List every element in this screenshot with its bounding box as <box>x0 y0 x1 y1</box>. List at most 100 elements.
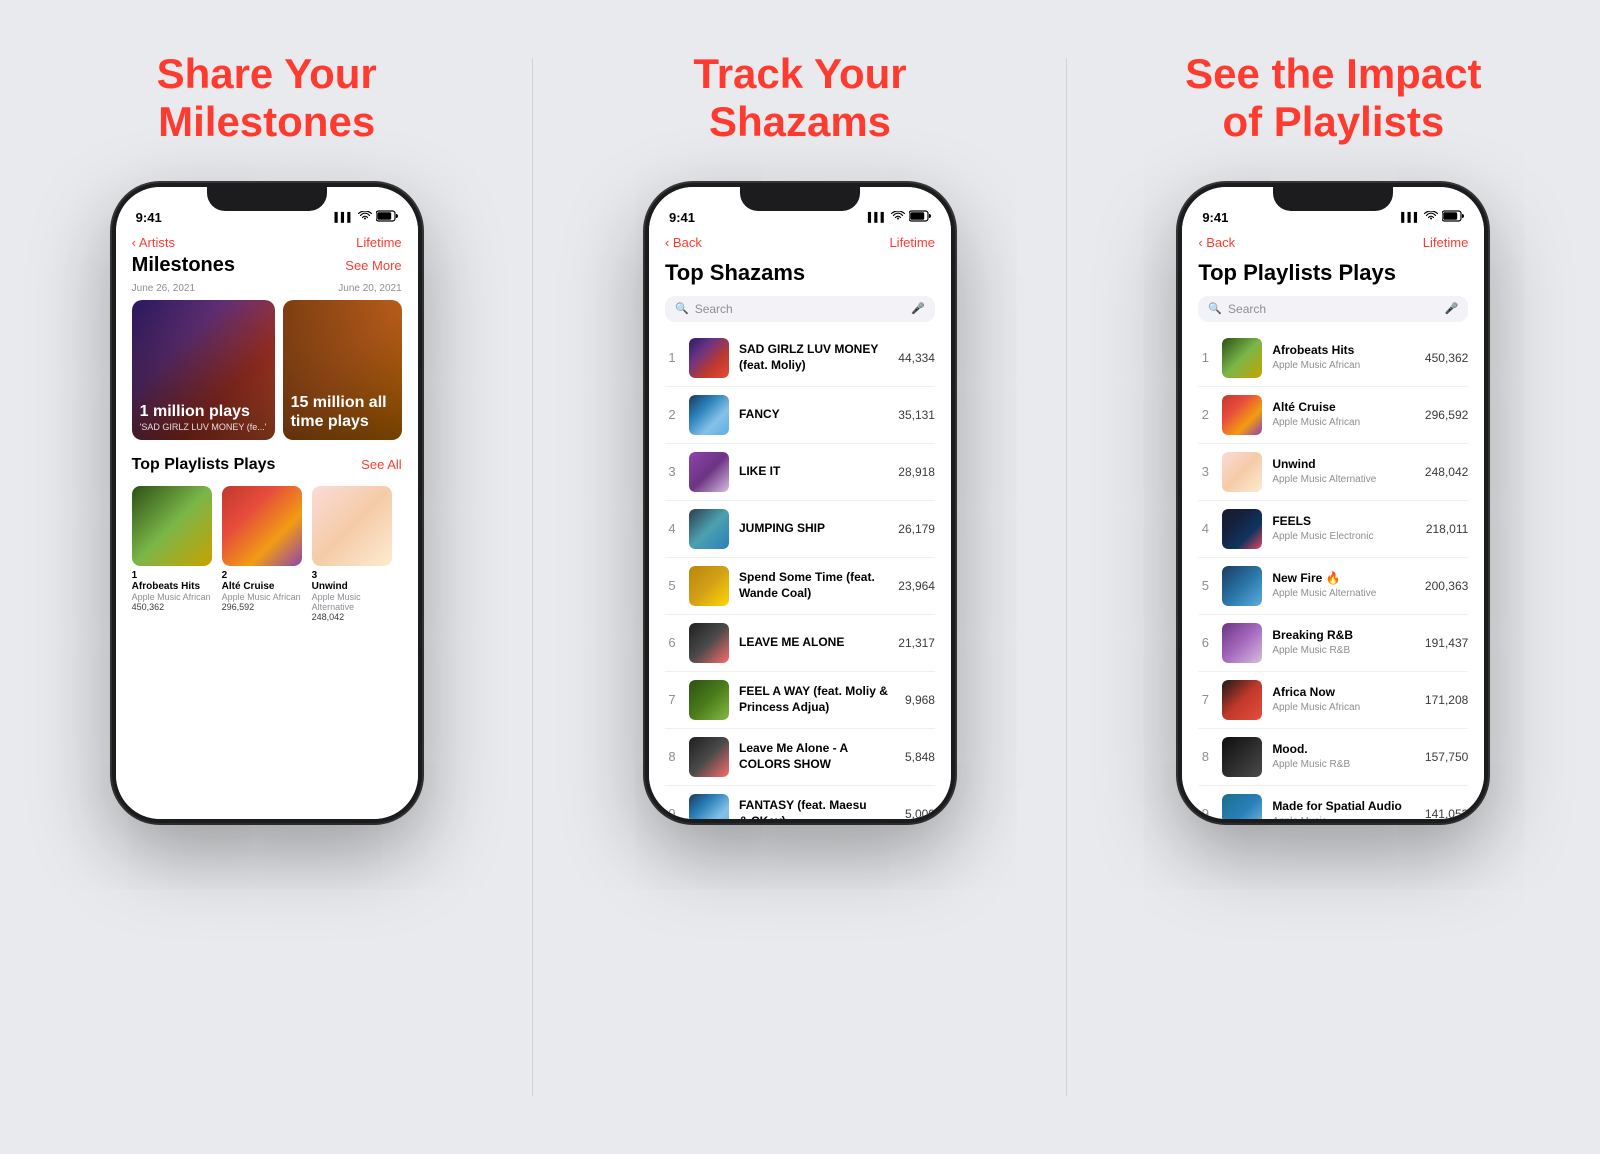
item-sub: Apple Music R&B <box>1272 758 1415 771</box>
list-item[interactable]: 3 LIKE IT 28,918 <box>665 444 935 501</box>
signal-icon: ▌▌▌ <box>868 212 887 222</box>
playlist-count: 296,592 <box>222 602 302 612</box>
list-item[interactable]: 3 Unwind Apple Music Alternative 248,042 <box>1198 444 1468 501</box>
item-thumbnail <box>689 395 729 435</box>
item-count: 35,131 <box>898 408 935 422</box>
see-more-button[interactable]: See More <box>345 258 401 273</box>
item-info: Breaking R&B Apple Music R&B <box>1272 628 1415 657</box>
item-thumbnail <box>1222 509 1262 549</box>
lifetime-button[interactable]: Lifetime <box>1423 235 1469 250</box>
nav-bar: ‹ Artists Lifetime <box>116 231 418 250</box>
item-info: Mood. Apple Music R&B <box>1272 742 1415 771</box>
notch <box>1273 183 1393 211</box>
list-item[interactable]: 6 Breaking R&B Apple Music R&B 191,437 <box>1198 615 1468 672</box>
list-item[interactable]: 5 New Fire 🔥 Apple Music Alternative 200… <box>1198 558 1468 615</box>
lifetime-button[interactable]: Lifetime <box>889 235 935 250</box>
list-item[interactable]: 1 Afrobeats Hits Apple Music African 450… <box>1198 330 1468 387</box>
item-name: Leave Me Alone - ACOLORS SHOW <box>739 741 895 772</box>
list-scroll: 1 SAD GIRLZ LUV MONEY(feat. Moliy) 44,33… <box>649 330 951 819</box>
playlist-meta: Apple Music African <box>132 592 212 602</box>
milestone-cards: 1 million plays 'SAD GIRLZ LUV MONEY (fe… <box>116 300 418 440</box>
item-number: 4 <box>665 521 679 536</box>
item-thumbnail <box>689 623 729 663</box>
item-number: 2 <box>1198 407 1212 422</box>
back-button[interactable]: ‹ Artists <box>132 235 175 250</box>
panel-shazams: Track YourShazams 9:41 ▌▌▌ <box>533 0 1066 1154</box>
milestone-card-2[interactable]: 15 million all time plays <box>283 300 402 440</box>
item-sub: Apple Music African <box>1272 701 1415 714</box>
item-count: 248,042 <box>1425 465 1468 479</box>
milestone-plays-1: 1 million plays <box>140 402 267 421</box>
item-thumbnail <box>1222 737 1262 777</box>
search-bar[interactable]: 🔍 Search 🎤 <box>1198 296 1468 322</box>
notch <box>207 183 327 211</box>
playlist-name: Unwind <box>312 581 392 592</box>
panel-title-1: Share YourMilestones <box>157 50 377 147</box>
notch <box>740 183 860 211</box>
list-item[interactable]: 7 FEEL A WAY (feat. Moliy &Princess Adju… <box>665 672 935 729</box>
list-item[interactable]: 9 FANTASY (feat. Maesu& CKay) 5,009 <box>665 786 935 819</box>
mic-icon: 🎤 <box>911 302 925 315</box>
item-count: 200,363 <box>1425 579 1468 593</box>
status-time: 9:41 <box>669 210 695 225</box>
playlist-num: 2 <box>222 570 302 581</box>
item-name: Spend Some Time (feat.Wande Coal) <box>739 570 888 601</box>
item-thumbnail <box>689 794 729 819</box>
playlist-item-3[interactable]: 3 Unwind Apple Music Alternative 248,042 <box>312 486 392 622</box>
item-number: 6 <box>665 635 679 650</box>
list-item[interactable]: 9 Made for Spatial Audio Apple Music 141… <box>1198 786 1468 819</box>
search-bar[interactable]: 🔍 Search 🎤 <box>665 296 935 322</box>
item-count: 450,362 <box>1425 351 1468 365</box>
nav-bar: ‹ Back Lifetime <box>1182 231 1484 258</box>
item-thumbnail <box>689 338 729 378</box>
item-number: 1 <box>665 350 679 365</box>
milestone-card-1[interactable]: 1 million plays 'SAD GIRLZ LUV MONEY (fe… <box>132 300 275 440</box>
search-placeholder: Search <box>1228 302 1439 316</box>
list-item[interactable]: 2 Alté Cruise Apple Music African 296,59… <box>1198 387 1468 444</box>
item-info: FEELS Apple Music Electronic <box>1272 514 1416 543</box>
item-number: 3 <box>665 464 679 479</box>
search-icon: 🔍 <box>675 302 689 315</box>
playlist-item-1[interactable]: 1 Afrobeats Hits Apple Music African 450… <box>132 486 212 622</box>
item-number: 7 <box>1198 692 1212 707</box>
item-name: JUMPING SHIP <box>739 521 888 537</box>
item-count: 218,011 <box>1426 522 1469 536</box>
item-sub: Apple Music African <box>1272 359 1415 372</box>
list-item[interactable]: 2 FANCY 35,131 <box>665 387 935 444</box>
playlist-item-2[interactable]: 2 Alté Cruise Apple Music African 296,59… <box>222 486 302 622</box>
date-2: June 20, 2021 <box>338 283 401 294</box>
back-button[interactable]: ‹ Back <box>665 235 702 250</box>
search-icon: 🔍 <box>1208 302 1222 315</box>
list-item[interactable]: 5 Spend Some Time (feat.Wande Coal) 23,9… <box>665 558 935 615</box>
list-item[interactable]: 4 JUMPING SHIP 26,179 <box>665 501 935 558</box>
list-item[interactable]: 8 Leave Me Alone - ACOLORS SHOW 5,848 <box>665 729 935 786</box>
item-thumbnail <box>1222 395 1262 435</box>
lifetime-button[interactable]: Lifetime <box>356 235 402 250</box>
item-info: Alté Cruise Apple Music African <box>1272 400 1415 429</box>
list-scroll: 1 Afrobeats Hits Apple Music African 450… <box>1182 330 1484 819</box>
iphone-frame: 9:41 ▌▌▌ ‹ Back Lifetim <box>1178 183 1488 823</box>
list-item[interactable]: 6 LEAVE ME ALONE 21,317 <box>665 615 935 672</box>
item-thumbnail <box>1222 566 1262 606</box>
item-sub: Apple Music Electronic <box>1272 530 1416 543</box>
playlist-section-title: Top Playlists Plays <box>132 456 276 474</box>
see-all-button[interactable]: See All <box>361 457 401 472</box>
item-sub: Apple Music <box>1272 815 1415 819</box>
item-name: Afrobeats Hits <box>1272 343 1415 359</box>
item-thumbnail <box>689 452 729 492</box>
list-item[interactable]: 4 FEELS Apple Music Electronic 218,011 <box>1198 501 1468 558</box>
playlist-meta: Apple Music African <box>222 592 302 602</box>
back-button[interactable]: ‹ Back <box>1198 235 1235 250</box>
playlist-count: 248,042 <box>312 612 392 622</box>
item-name: Breaking R&B <box>1272 628 1415 644</box>
item-count: 191,437 <box>1425 636 1468 650</box>
date-1: June 26, 2021 <box>132 283 195 294</box>
item-sub: Apple Music Alternative <box>1272 473 1415 486</box>
list-item[interactable]: 1 SAD GIRLZ LUV MONEY(feat. Moliy) 44,33… <box>665 330 935 387</box>
list-item[interactable]: 7 Africa Now Apple Music African 171,208 <box>1198 672 1468 729</box>
milestone-dates: June 26, 2021 June 20, 2021 <box>116 283 418 294</box>
list-item[interactable]: 8 Mood. Apple Music R&B 157,750 <box>1198 729 1468 786</box>
item-sub: Apple Music Alternative <box>1272 587 1415 600</box>
item-count: 141,053 <box>1425 807 1468 819</box>
item-thumbnail <box>1222 794 1262 819</box>
